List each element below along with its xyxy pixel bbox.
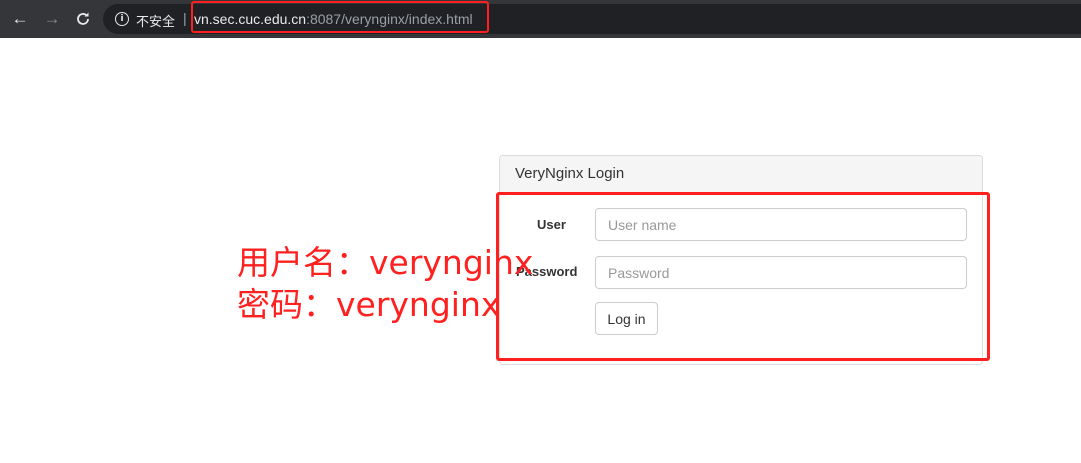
browser-toolbar: ← → i 不安全 | vn.sec.cuc.edu.cn:8087/veryn… (0, 0, 1081, 38)
annotation-password: 密码：verynginx (237, 285, 501, 324)
back-arrow-icon[interactable]: ← (10, 9, 30, 29)
address-separator: | (183, 10, 187, 26)
forward-arrow-icon[interactable]: → (42, 9, 62, 29)
form-highlight-box (496, 192, 990, 361)
info-icon[interactable]: i (115, 12, 129, 26)
panel-heading: VeryNginx Login (500, 156, 982, 193)
annotation-username: 用户名：verynginx (237, 243, 534, 282)
url-highlight-box (191, 1, 489, 33)
reload-icon[interactable] (73, 9, 93, 29)
security-label[interactable]: 不安全 (136, 11, 175, 30)
